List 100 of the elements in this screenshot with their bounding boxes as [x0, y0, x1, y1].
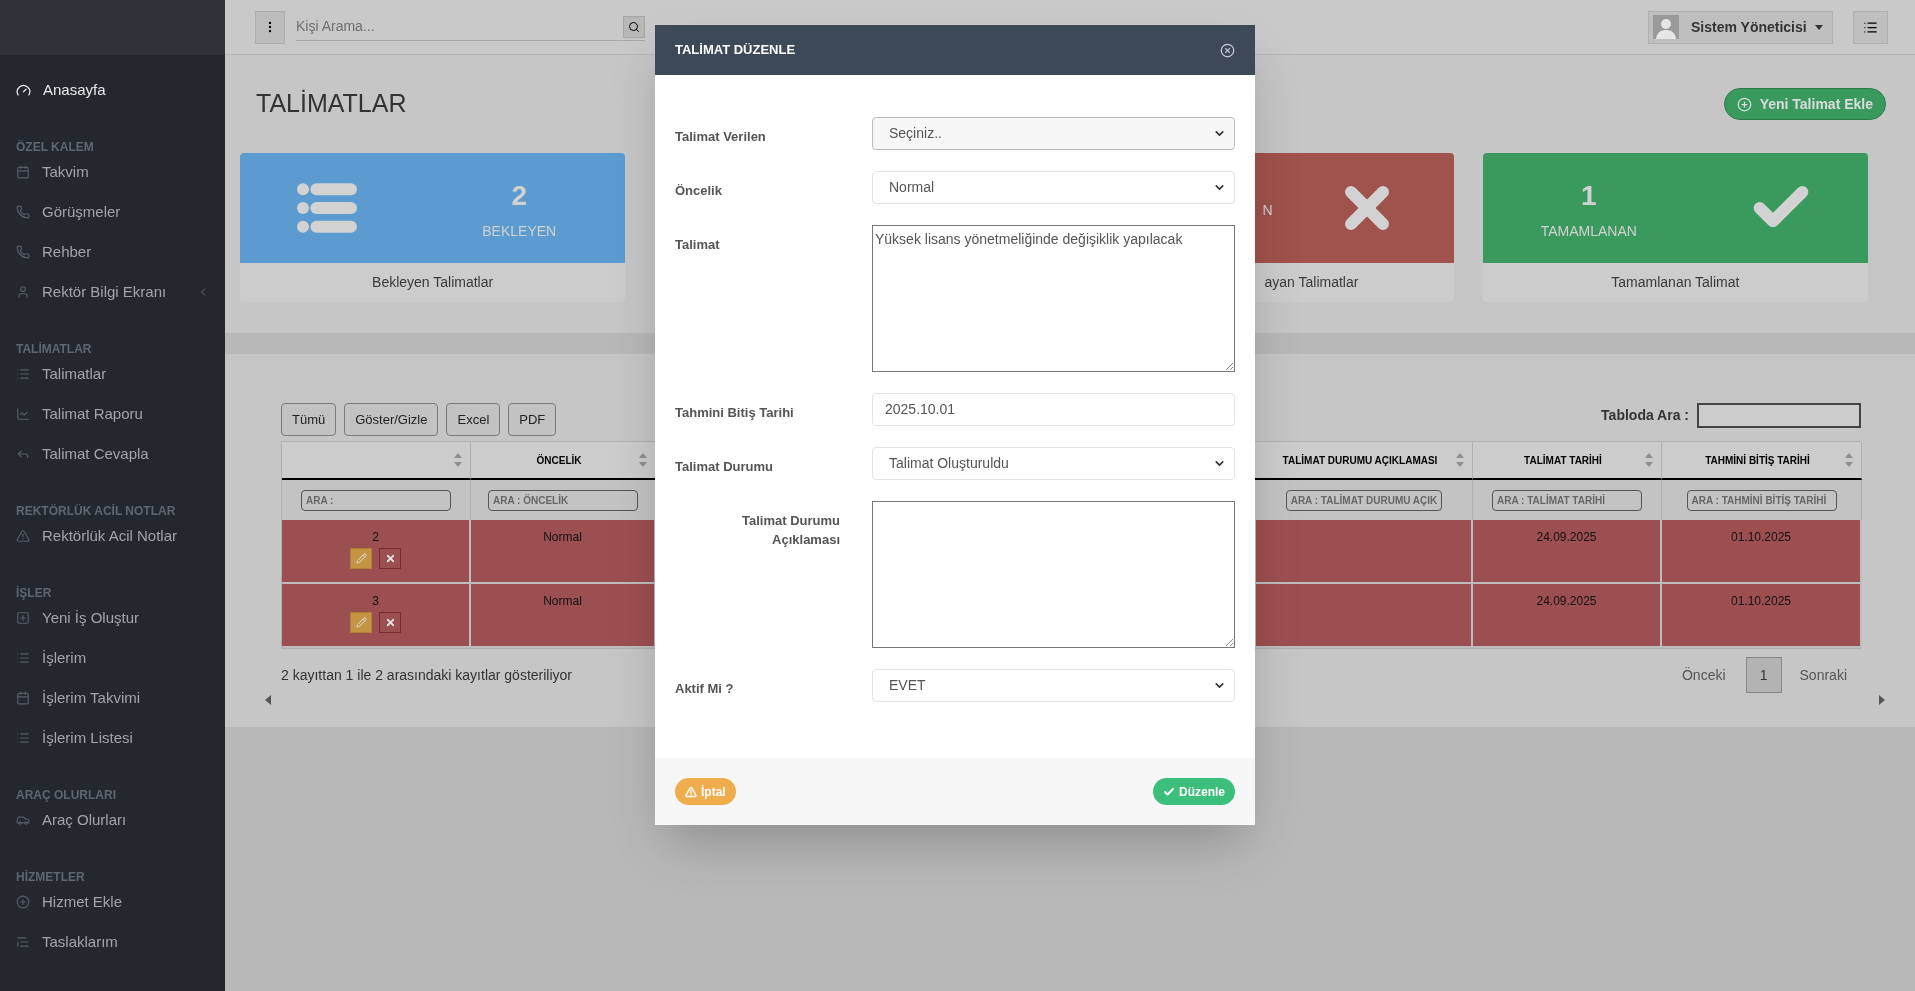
sort-icon — [639, 453, 647, 467]
delete-button[interactable] — [379, 548, 401, 569]
resize-grip-icon — [1226, 639, 1233, 646]
column-header[interactable]: TAHMİNİ BİTİŞ TARİHİ — [1662, 442, 1862, 480]
resize-grip-icon — [1226, 363, 1233, 370]
plus-square-icon — [16, 611, 30, 625]
close-icon — [384, 617, 396, 628]
field-label: Talimat Durumu Açıklaması — [741, 512, 840, 549]
sidebar-item[interactable]: İşlerim Takvimi — [0, 678, 225, 718]
stat-card[interactable]: 1 TAMAMLANAN Tamamlanan Talimat — [1482, 153, 1868, 302]
sidebar-item[interactable]: Rektör Bilgi Ekranı — [0, 272, 225, 312]
card-count: 2 — [511, 178, 528, 213]
section-heading: REKTÖRLÜK ACİL NOTLAR — [16, 504, 176, 518]
field-label: Talimat Durumu — [675, 458, 774, 476]
table-cell-text: 24.09.2025 — [1536, 593, 1597, 610]
scroll-left-icon[interactable] — [265, 695, 271, 705]
card-label: BEKLEYEN — [482, 221, 557, 241]
previous-link[interactable]: Önceki — [1681, 664, 1726, 686]
delete-button[interactable] — [379, 612, 401, 633]
user-menu[interactable]: Sistem Yöneticisi — [1648, 10, 1833, 44]
dialog-title: TALİMAT DÜZENLE — [675, 41, 797, 60]
column-header[interactable]: TALİMAT DURUMU AÇIKLAMASI — [1256, 442, 1473, 480]
table-cell-text: Normal — [543, 593, 582, 610]
sidebar-item[interactable]: Takvim — [0, 152, 225, 192]
sidebar-item[interactable]: İşlerim Listesi — [0, 718, 225, 758]
column-filter-field[interactable]: ARA : TALİMAT TARİHİ — [1492, 489, 1642, 511]
select-field[interactable]: EVET — [872, 669, 1235, 702]
warning-icon — [16, 529, 30, 543]
list-icon — [16, 731, 30, 745]
pencil-icon — [355, 553, 367, 564]
search-button[interactable] — [623, 15, 645, 38]
sort-icon — [1456, 453, 1464, 467]
scroll-right-icon[interactable] — [1879, 695, 1885, 705]
column-filter-field[interactable]: ARA : TAHMİNİ BİTİŞ TARİHİ — [1686, 489, 1837, 511]
stat-card[interactable]: 2 BEKLEYEN Bekleyen Talimatlar — [240, 153, 626, 302]
card-caption: ayan Talimatlar — [1264, 273, 1359, 292]
sidebar-item[interactable]: Anasayfa — [0, 70, 225, 110]
checkmark-icon — [1163, 785, 1175, 798]
page-title: TALİMATLAR — [256, 88, 408, 120]
close-icon — [384, 553, 396, 564]
indent-list-icon — [16, 935, 30, 949]
phone-icon — [16, 205, 30, 219]
panel-toggle-button[interactable] — [1853, 10, 1888, 44]
page-button[interactable]: 1 — [1745, 657, 1782, 693]
section-heading: ÖZEL KALEM — [16, 140, 94, 154]
sidebar-item[interactable]: Taslaklarım — [0, 922, 225, 962]
export-button[interactable]: Tümü — [281, 403, 337, 436]
text-area[interactable]: Yüksek lisans yönetmeliğinde değişiklik yapılacak — [872, 225, 1235, 372]
sort-icon — [1645, 453, 1653, 467]
list-icon — [1863, 19, 1878, 35]
calendar-icon — [16, 691, 30, 705]
select-field[interactable]: Talimat Oluşturuldu — [872, 447, 1235, 480]
select-field[interactable]: Normal — [872, 171, 1235, 204]
export-button[interactable]: Excel — [446, 403, 501, 436]
column-header[interactable]: ÖNCELİK — [471, 442, 656, 480]
table-cell-text: Normal — [543, 529, 582, 546]
phone-icon — [16, 245, 30, 259]
card-count: 1 — [1580, 178, 1597, 213]
card-caption: Bekleyen Talimatlar — [372, 273, 494, 292]
table-cell-text: 2 — [372, 529, 379, 546]
list-icon — [16, 651, 30, 665]
sidebar-item[interactable]: Rehber — [0, 232, 225, 272]
sidebar-item[interactable]: Rektörlük Acil Notlar — [0, 516, 225, 556]
close-icon[interactable] — [1220, 42, 1235, 58]
sidebar-item[interactable]: Talimat Cevapla — [0, 434, 225, 474]
gauge-icon — [16, 82, 31, 98]
card-caption: Tamamlanan Talimat — [1611, 273, 1740, 292]
next-link[interactable]: Sonraki — [1799, 664, 1847, 686]
car-icon — [16, 813, 30, 827]
warning-icon — [685, 785, 697, 798]
sidebar-item[interactable]: Talimatlar — [0, 354, 225, 394]
table-cell-text: 01.10.2025 — [1730, 593, 1792, 610]
sort-icon — [1845, 453, 1853, 467]
table-search-field[interactable] — [1697, 403, 1861, 428]
sidebar-item[interactable]: Talimat Raporu — [0, 394, 225, 434]
sidebar-item[interactable]: Hizmet Ekle — [0, 882, 225, 922]
reply-icon — [16, 447, 30, 461]
list-icon — [16, 367, 30, 381]
field-label: Talimat Verilen — [675, 128, 767, 146]
table-cell-text: 01.10.2025 — [1730, 529, 1792, 546]
sidebar-item[interactable]: Görüşmeler — [0, 192, 225, 232]
line-chart-icon — [16, 407, 30, 421]
field-label: Aktif Mi ? — [675, 680, 735, 698]
column-filter-field[interactable]: ARA : TALİMAT DURUMU AÇIK — [1285, 489, 1443, 511]
sidebar-item[interactable]: İşlerim — [0, 638, 225, 678]
search-field[interactable]: Kişi Arama... — [296, 13, 645, 41]
field-label: Öncelik — [675, 182, 723, 200]
select-field[interactable]: Seçiniz.. — [872, 117, 1235, 150]
field-label: Talimat — [675, 236, 721, 254]
date-field[interactable]: 2025.10.01 — [872, 393, 1235, 426]
sidebar-item[interactable]: Araç Olurları — [0, 800, 225, 840]
column-header[interactable]: TALİMAT TARİHİ — [1473, 442, 1662, 480]
pencil-icon — [355, 617, 367, 628]
column-filter-field[interactable]: ARA : ÖNCELİK — [488, 489, 638, 511]
calendar-icon — [16, 165, 30, 179]
column-filter-field[interactable]: ARA : — [301, 489, 451, 511]
sidebar-item[interactable]: Yeni İş Oluştur — [0, 598, 225, 638]
export-button[interactable]: PDF — [508, 403, 557, 436]
export-button[interactable]: Göster/Gizle — [344, 403, 439, 436]
column-header[interactable] — [282, 442, 471, 480]
